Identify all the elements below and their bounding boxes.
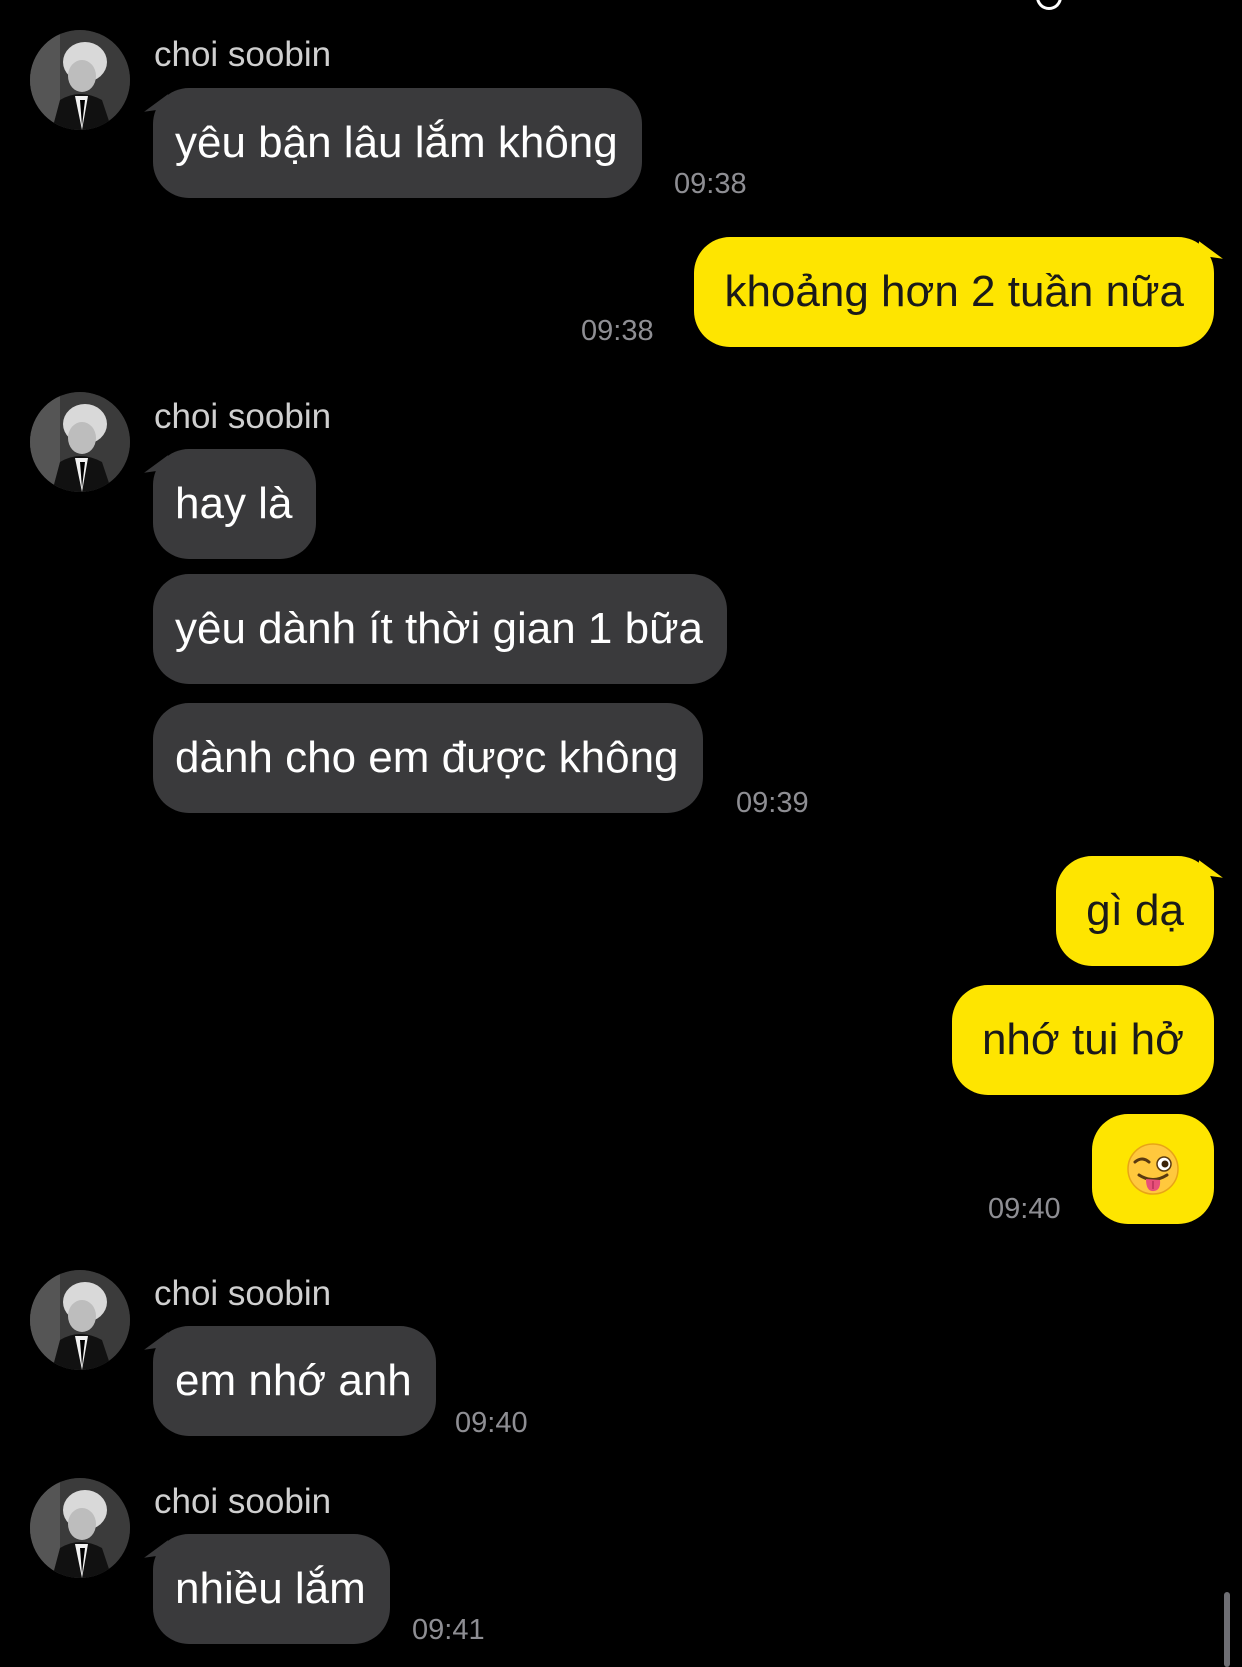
message-text: nhiều lắm: [175, 1564, 366, 1613]
message-timestamp: 09:39: [736, 787, 809, 819]
message-timestamp: 09:41: [412, 1614, 485, 1646]
incoming-message-bubble[interactable]: nhiều lắm: [142, 1534, 390, 1644]
avatar[interactable]: [30, 30, 130, 130]
outgoing-message-bubble[interactable]: khoảng hơn 2 tuần nữa: [694, 237, 1225, 347]
message-timestamp: 09:38: [581, 315, 654, 347]
avatar[interactable]: [30, 392, 130, 492]
sender-name: choi soobin: [154, 1274, 332, 1313]
avatar-photo-icon: [30, 1270, 130, 1370]
bubble-tail: [142, 1332, 170, 1350]
message-text: yêu bận lâu lắm không: [175, 118, 618, 167]
incoming-message-bubble[interactable]: dành cho em được không: [153, 703, 703, 813]
avatar-photo-icon: [30, 1478, 130, 1578]
scrollbar[interactable]: [1224, 1592, 1230, 1667]
incoming-message-bubble[interactable]: yêu bận lâu lắm không: [142, 88, 642, 198]
message-text: em nhớ anh: [175, 1356, 412, 1405]
message-text: hay là: [175, 479, 293, 528]
message-text: yêu dành ít thời gian 1 bữa: [175, 604, 703, 653]
bubble-tail: [142, 94, 170, 112]
message-text: khoảng hơn 2 tuần nữa: [724, 267, 1184, 316]
message-text: gì dạ: [1086, 886, 1184, 935]
bubble-tail: [142, 1540, 170, 1558]
avatar-photo-icon: [30, 30, 130, 130]
incoming-message-bubble[interactable]: em nhớ anh: [142, 1326, 436, 1436]
sender-name: choi soobin: [154, 1482, 332, 1521]
outgoing-message-bubble[interactable]: gì dạ: [1056, 856, 1225, 966]
message-timestamp: 09:40: [988, 1193, 1061, 1225]
avatar[interactable]: [30, 1270, 130, 1370]
winking-face-with-tongue-icon: [1127, 1143, 1179, 1195]
incoming-message-bubble[interactable]: hay là: [142, 449, 317, 559]
incoming-message-bubble[interactable]: yêu dành ít thời gian 1 bữa: [153, 574, 727, 684]
avatar[interactable]: [30, 1478, 130, 1578]
bubble-tail: [1197, 860, 1225, 878]
message-text: dành cho em được không: [175, 733, 679, 782]
message-text: nhớ tui hở: [981, 1015, 1184, 1064]
sender-name: choi soobin: [154, 397, 332, 436]
message-timestamp: 09:38: [674, 168, 747, 200]
bubble-tail: [142, 455, 170, 473]
status-bar-icon: [1036, 0, 1062, 10]
outgoing-emoji-bubble[interactable]: [1092, 1114, 1214, 1224]
sender-name: choi soobin: [154, 35, 332, 74]
avatar-photo-icon: [30, 392, 130, 492]
message-timestamp: 09:40: [455, 1407, 528, 1439]
outgoing-message-bubble[interactable]: nhớ tui hở: [951, 985, 1214, 1095]
bubble-tail: [1197, 241, 1225, 259]
